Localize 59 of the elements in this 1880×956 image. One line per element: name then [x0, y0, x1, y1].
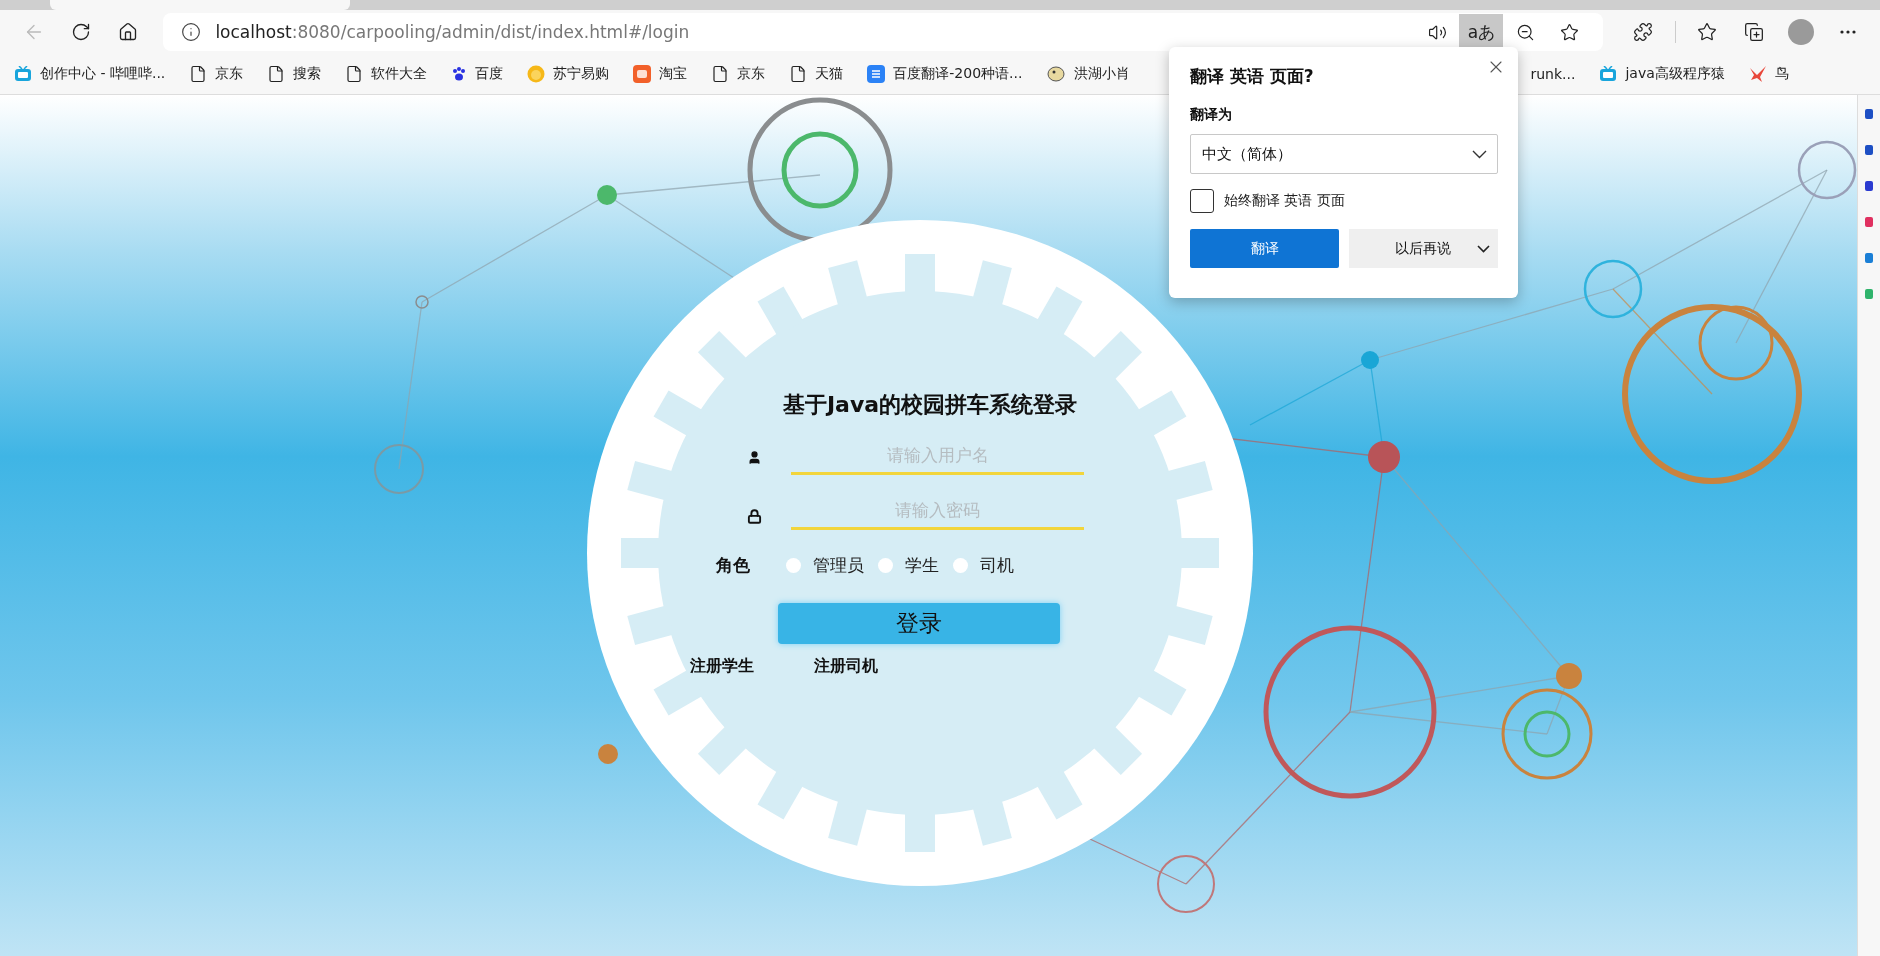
address-bar[interactable]: localhost:8080/carpooling/admin/dist/index.html#/login aあ — [163, 13, 1604, 51]
bookmark-link[interactable]: 京东 — [711, 65, 766, 83]
always-translate-checkbox[interactable]: 始终翻译 英语 页面 — [1190, 189, 1498, 213]
bookmark-link[interactable]: 天猫 — [789, 65, 844, 83]
translate-button[interactable]: aあ — [1459, 14, 1504, 50]
lock-icon — [747, 509, 762, 524]
mascot-icon — [1046, 65, 1067, 83]
sidebar-icon[interactable] — [1865, 253, 1873, 263]
reload-icon — [70, 22, 91, 42]
popup-title: 翻译 英语 页面? — [1190, 65, 1315, 88]
more-icon — [1840, 30, 1857, 34]
role-radio[interactable]: 学生 — [878, 554, 939, 577]
sidebar-icon[interactable] — [1865, 109, 1873, 119]
sidebar-icon[interactable] — [1865, 181, 1873, 191]
role-radio[interactable]: 司机 — [953, 554, 1014, 577]
bookmark-link[interactable]: java高级程序猿 — [1599, 65, 1725, 83]
chevron-down-icon — [1477, 244, 1490, 253]
page-icon — [711, 65, 730, 83]
bookmark-link[interactable]: 百度 — [451, 65, 504, 83]
zoom-out-icon — [1515, 22, 1535, 42]
home-icon — [117, 22, 138, 42]
language-select[interactable]: 中文（简体） — [1190, 134, 1498, 174]
tv-icon — [14, 66, 32, 82]
url-text: localhost:8080/carpooling/admin/dist/index.html#/login — [215, 22, 691, 42]
star-icon — [1697, 22, 1718, 42]
user-icon — [747, 450, 762, 465]
register-link[interactable]: 注册司机 — [814, 656, 878, 677]
bookmark-link[interactable]: 软件大全 — [345, 65, 428, 83]
bookmark-link[interactable]: 搜索 — [267, 65, 322, 83]
target-language-label: 翻译为 — [1190, 106, 1233, 124]
sidebar-icon[interactable] — [1865, 145, 1873, 155]
sidebar-icon[interactable] — [1865, 217, 1873, 227]
collections-icon — [1744, 22, 1765, 42]
not-now-button[interactable]: 以后再说 — [1349, 229, 1498, 268]
login-button[interactable]: 登录 — [778, 603, 1060, 644]
bookmark-link[interactable]: 淘宝 — [633, 65, 688, 83]
chevron-down-icon — [1472, 149, 1487, 159]
bookmark-link[interactable]: 洪湖小肖 — [1046, 65, 1131, 83]
page-icon — [189, 65, 208, 83]
page-icon — [345, 65, 364, 83]
register-link[interactable]: 注册学生 — [690, 656, 754, 677]
puzzle-icon — [1632, 22, 1653, 42]
bookmark-link[interactable]: 百度翻译-200种语... — [867, 65, 1023, 83]
role-radio[interactable]: 管理员 — [786, 554, 864, 577]
info-icon[interactable] — [181, 22, 202, 42]
bookmark-link[interactable]: 创作中心 - 哔哩哔... — [14, 65, 166, 83]
paw-icon — [451, 66, 468, 82]
page-icon — [267, 65, 286, 83]
bookmark-link[interactable]: runk... — [1530, 66, 1576, 82]
bookmark-link[interactable]: 苏宁易购 — [527, 65, 610, 83]
bookmark-link[interactable]: 鸟 — [1748, 65, 1789, 83]
page-icon — [789, 65, 808, 83]
login-title: 基于Java的校园拼车系统登录 — [782, 391, 1078, 419]
role-label: 角色 — [716, 554, 750, 577]
bookmark-link[interactable]: 京东 — [189, 65, 244, 83]
star-icon — [1559, 22, 1579, 42]
tv-icon — [1599, 66, 1618, 82]
avatar-icon — [1788, 19, 1815, 45]
translate-confirm-button[interactable]: 翻译 — [1190, 229, 1339, 268]
